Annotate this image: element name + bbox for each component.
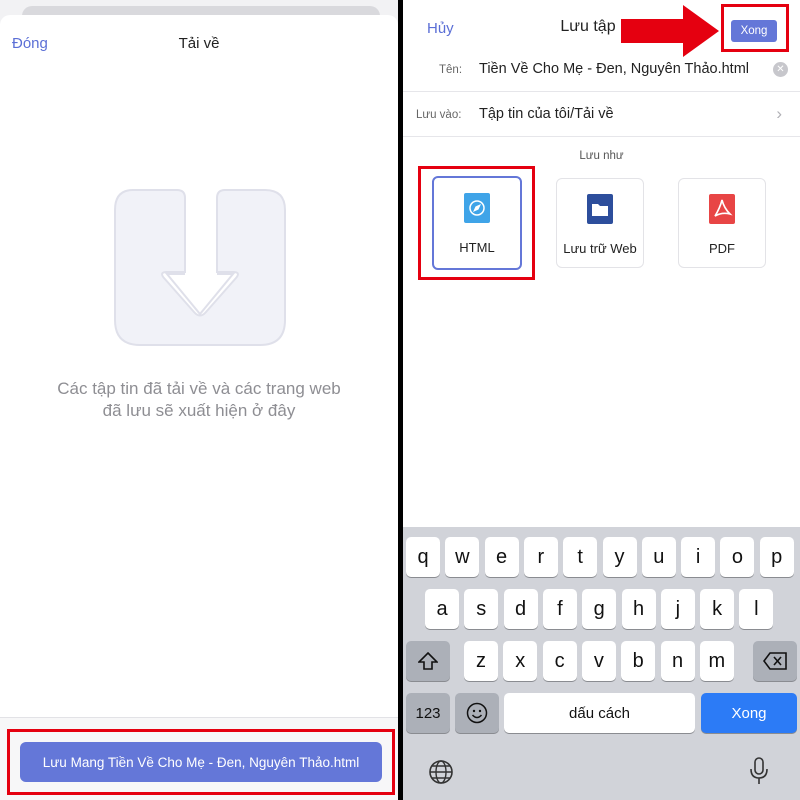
key-n[interactable]: n [660, 641, 695, 681]
save-to-row[interactable]: Lưu vào: Tập tin của tôi/Tải về › [403, 93, 800, 137]
key-y[interactable]: y [602, 537, 637, 577]
key-s[interactable]: s [464, 589, 499, 629]
format-option-web-archive[interactable]: Lưu trữ Web [556, 178, 644, 268]
save-to-label: Lưu vào: [416, 109, 462, 121]
key-b[interactable]: b [621, 641, 656, 681]
key-l[interactable]: l [739, 589, 774, 629]
key-j[interactable]: j [660, 589, 695, 629]
format-option-pdf[interactable]: PDF [678, 178, 766, 268]
key-z[interactable]: z [464, 641, 498, 681]
format-label: PDF [709, 241, 735, 256]
microphone-icon[interactable] [749, 757, 769, 785]
key-d[interactable]: d [503, 589, 538, 629]
key-e[interactable]: e [484, 537, 519, 577]
backspace-icon [763, 652, 787, 670]
key-a[interactable]: a [425, 589, 459, 629]
empty-state-message: Các tập tin đã tải về và các trang web đ… [20, 378, 378, 422]
cancel-button[interactable]: Hủy [427, 20, 454, 37]
key-h[interactable]: h [621, 589, 656, 629]
key-o[interactable]: o [720, 537, 755, 577]
key-x[interactable]: x [503, 641, 538, 681]
downloads-screen: Đóng Tải về Các tập tin đã tải về và các… [0, 0, 398, 800]
key-v[interactable]: v [581, 641, 616, 681]
key-q[interactable]: q [406, 537, 440, 577]
page-title: Tải về [178, 35, 220, 52]
globe-icon[interactable] [428, 759, 454, 785]
empty-state-line-1: Các tập tin đã tải về và các trang web [57, 379, 341, 398]
keyboard: qwertyuiop asdfghjkl zxcvbnm 123 dấu các… [403, 527, 800, 800]
key-i[interactable]: i [681, 537, 716, 577]
file-name-label: Tên: [439, 64, 463, 76]
key-c[interactable]: c [542, 641, 577, 681]
download-icon [114, 189, 286, 346]
save-to-path: Tập tin của tôi/Tải về [479, 106, 614, 122]
key-f[interactable]: f [542, 589, 577, 629]
key-g[interactable]: g [582, 589, 617, 629]
space-key[interactable]: dấu cách [504, 693, 695, 733]
save-as-label: Lưu như [579, 150, 624, 162]
emoji-icon [466, 702, 488, 724]
file-name-row: Tên: Tiền Về Cho Mẹ - Đen, Nguyên Thảo.h… [403, 48, 800, 92]
key-k[interactable]: k [700, 589, 735, 629]
save-button-highlight-box [7, 729, 395, 795]
html-option-highlight-box [418, 166, 535, 280]
key-r[interactable]: r [523, 537, 558, 577]
file-name-input[interactable]: Tiền Về Cho Mẹ - Đen, Nguyên Thảo.html [479, 61, 749, 77]
key-m[interactable]: m [699, 641, 734, 681]
numbers-key[interactable]: 123 [406, 693, 450, 733]
emoji-key[interactable] [455, 693, 499, 733]
chevron-right-icon: › [776, 104, 782, 123]
key-t[interactable]: t [563, 537, 598, 577]
return-key[interactable]: Xong [701, 693, 797, 733]
shift-key[interactable] [406, 641, 450, 681]
empty-state-line-2: đã lưu sẽ xuất hiện ở đây [102, 401, 296, 420]
clear-icon[interactable]: ✕ [773, 62, 788, 77]
key-u[interactable]: u [641, 537, 676, 577]
shift-icon [418, 652, 438, 670]
key-w[interactable]: w [445, 537, 480, 577]
backspace-key[interactable] [753, 641, 797, 681]
save-file-screen: Hủy Lưu tập Xong Tên: Tiền Về Cho Mẹ - Đ… [403, 0, 800, 800]
format-label: Lưu trữ Web [563, 241, 637, 256]
done-button-highlight-box [721, 4, 789, 52]
folder-icon [587, 194, 613, 224]
key-p[interactable]: p [759, 537, 794, 577]
downloads-nav-bar: Đóng Tải về [0, 15, 398, 59]
pdf-icon [709, 194, 735, 224]
